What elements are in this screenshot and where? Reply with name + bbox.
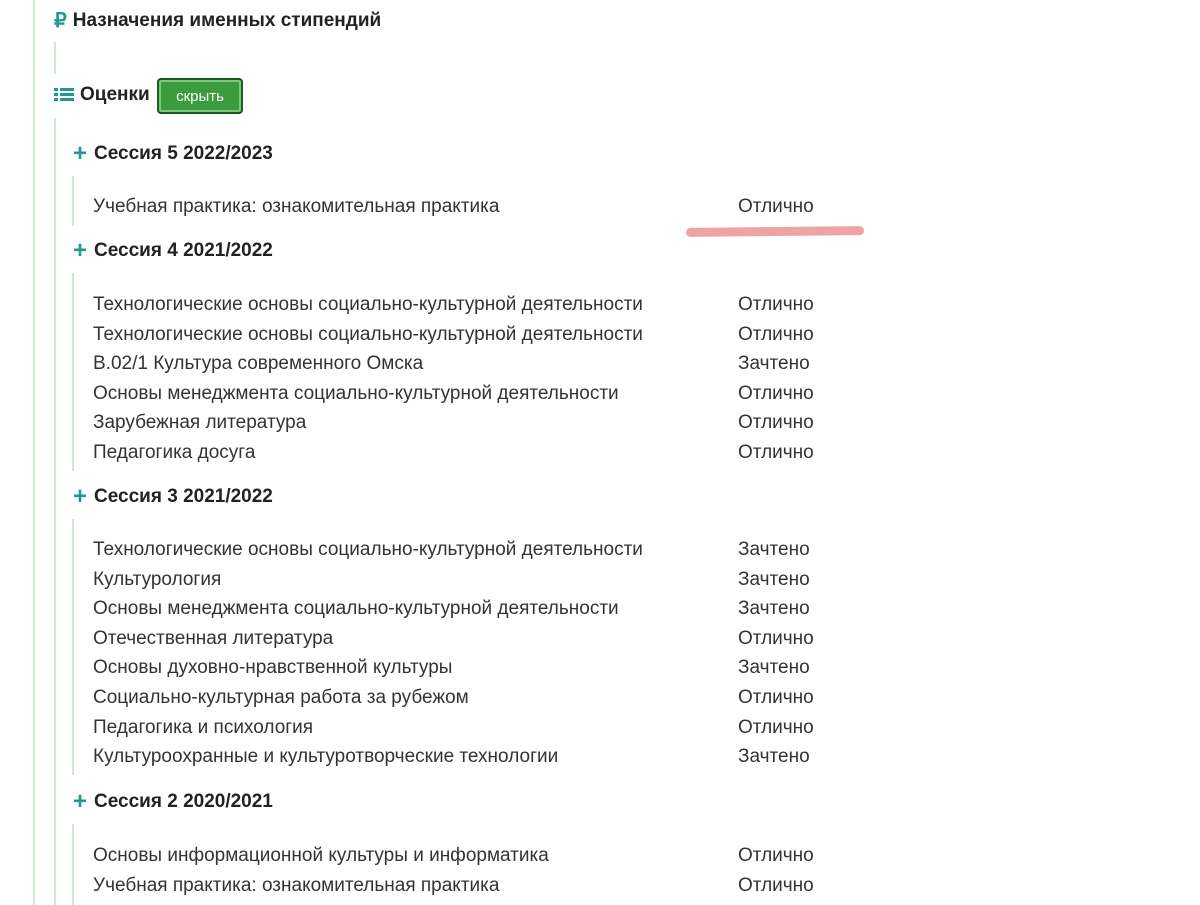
grade-value: Отлично (738, 687, 814, 708)
grade-value: Отлично (738, 383, 814, 404)
grade-value: Зачтено (738, 539, 810, 560)
subject-name: Технологические основы социально-культур… (93, 539, 643, 560)
subject-name: Культурология (93, 569, 222, 590)
outer-guide-line (33, 0, 35, 905)
plus-icon: + (72, 483, 87, 510)
grade-value: Отлично (738, 845, 814, 866)
grade-value: Отлично (738, 196, 814, 217)
subject-name: Основы информационной культуры и информа… (93, 845, 549, 866)
scholarships-title: Назначения именных стипендий (72, 9, 382, 31)
subject-name: Технологические основы социально-культур… (93, 294, 643, 315)
session-title: Сессия 3 2021/2022 (94, 486, 273, 507)
grade-value: Зачтено (738, 598, 810, 619)
session-title: Сессия 5 2022/2023 (94, 143, 273, 164)
plus-icon: + (72, 237, 87, 264)
session-title: Сессия 4 2021/2022 (94, 240, 273, 261)
grade-value: Отлично (738, 717, 814, 738)
session-header[interactable]: + Сессия 2 2020/2021 (72, 790, 273, 814)
grade-value: Зачтено (738, 569, 810, 590)
grades-title: Оценки (80, 84, 150, 105)
grade-value: Отлично (738, 412, 814, 433)
subject-name: Педагогика и психология (93, 717, 314, 738)
session-title: Сессия 2 2020/2021 (94, 791, 273, 812)
subject-name: Учебная практика: ознакомительная практи… (93, 196, 500, 217)
hide-grades-button[interactable]: скрыть (157, 78, 243, 114)
subject-name: В.02/1 Культура современного Омска (93, 353, 424, 374)
subject-name: Технологические основы социально-культур… (93, 324, 643, 345)
grade-value: Отлично (738, 628, 814, 649)
session-header[interactable]: + Сессия 5 2022/2023 (72, 142, 273, 166)
subject-name: Зарубежная литература (93, 412, 307, 433)
list-icon (54, 87, 74, 103)
grade-value: Отлично (738, 442, 814, 463)
highlight-underline (685, 226, 865, 237)
ruble-icon: ₽ (54, 10, 67, 32)
subject-name: Основы менеджмента социально-культурной … (93, 598, 619, 619)
session-header[interactable]: + Сессия 3 2021/2022 (72, 485, 273, 509)
session-guide-line (72, 824, 74, 905)
grade-value: Зачтено (738, 657, 810, 678)
subject-name: Педагогика досуга (93, 442, 256, 463)
session-guide-line (72, 273, 74, 471)
grades-guide-line (54, 118, 56, 905)
grade-value: Отлично (738, 294, 814, 315)
subject-name: Основы духовно-нравственной культуры (93, 657, 453, 678)
plus-icon: + (72, 788, 87, 815)
session-guide-line (72, 176, 74, 226)
subject-name: Учебная практика: ознакомительная практи… (93, 875, 500, 896)
plus-icon: + (72, 140, 87, 167)
subject-name: Социально-культурная работа за рубежом (93, 687, 469, 708)
scholarships-section-title[interactable]: ₽ Назначения именных стипендий (54, 8, 381, 33)
subject-name: Культуроохранные и культуротворческие те… (93, 746, 559, 767)
grade-value: Отлично (738, 875, 814, 896)
subject-name: Отечественная литература (93, 628, 334, 649)
section-guide-line (54, 42, 56, 74)
subject-name: Основы менеджмента социально-культурной … (93, 383, 619, 404)
grade-value: Отлично (738, 324, 814, 345)
session-header[interactable]: + Сессия 4 2021/2022 (72, 239, 273, 263)
grades-section-title: Оценки (54, 84, 150, 106)
grade-value: Зачтено (738, 746, 810, 767)
session-guide-line (72, 519, 74, 775)
grade-value: Зачтено (738, 353, 810, 374)
